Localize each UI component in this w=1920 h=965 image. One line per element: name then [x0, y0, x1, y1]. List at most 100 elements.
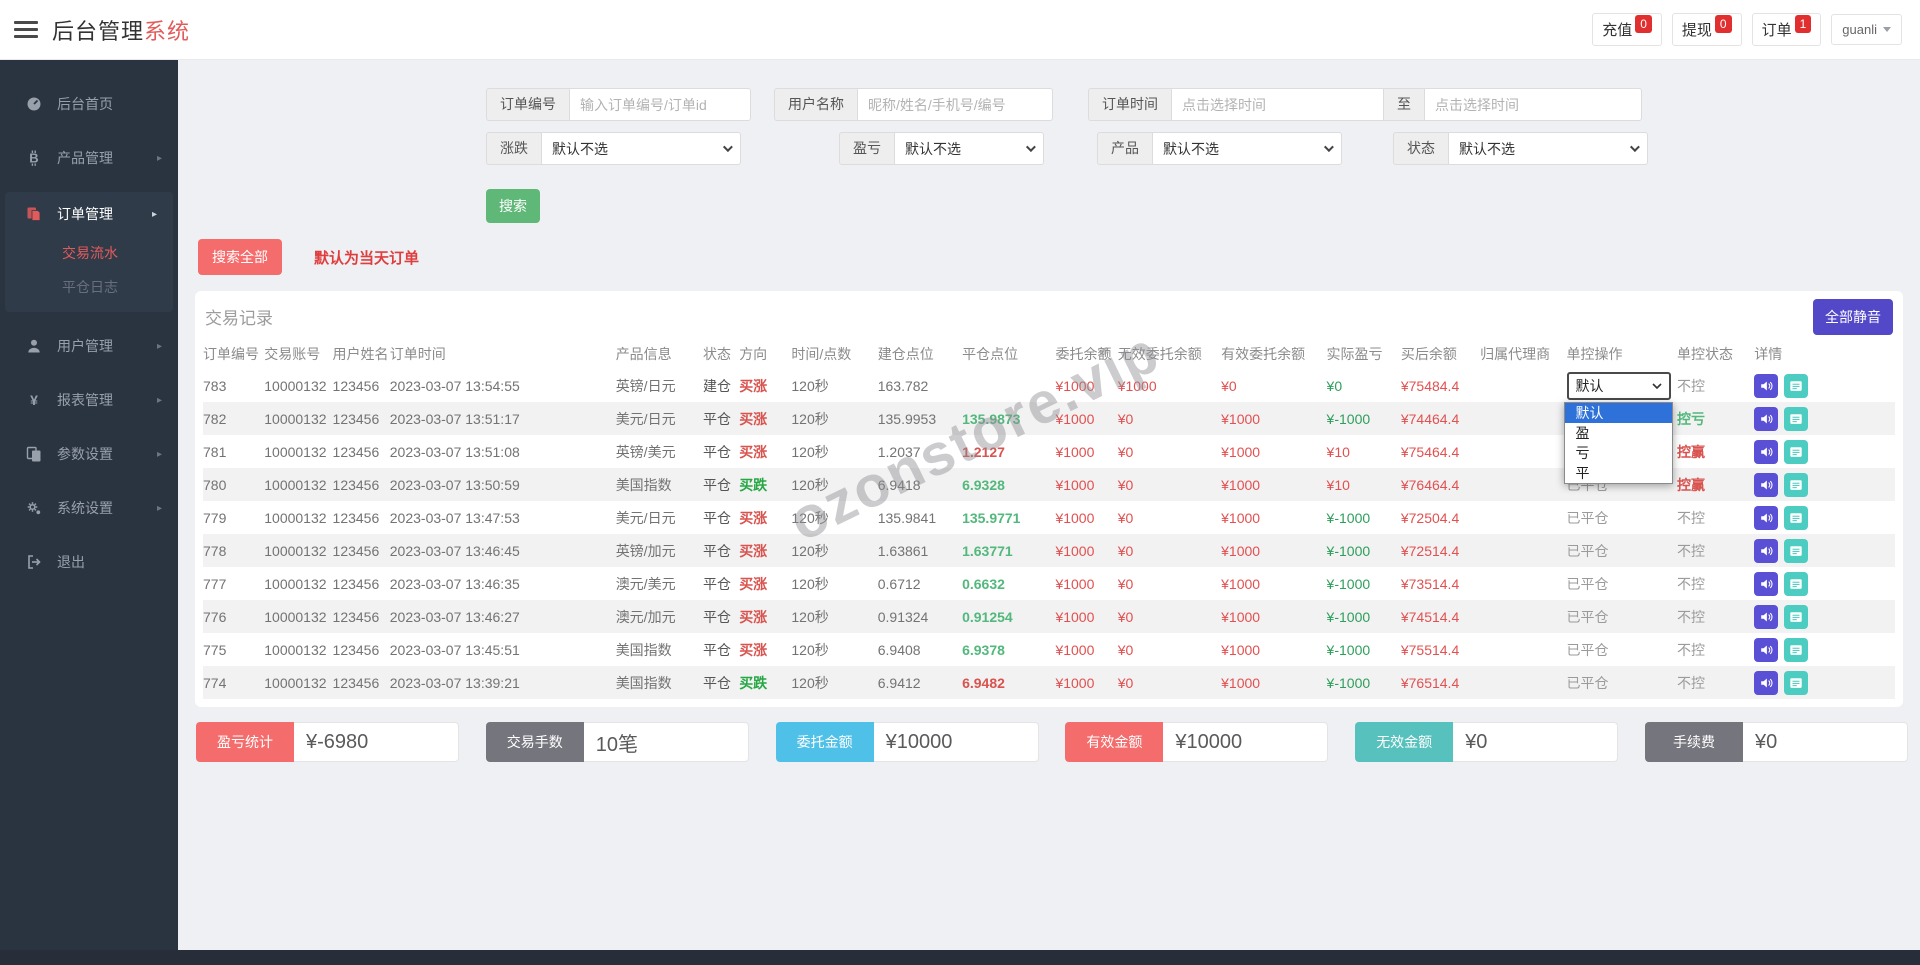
detail-button[interactable]: [1784, 472, 1809, 497]
sound-button[interactable]: [1754, 505, 1779, 530]
detail-button[interactable]: [1784, 637, 1809, 662]
sidebar-subitem-close-log[interactable]: 平仓日志: [5, 270, 173, 304]
summary-value: ¥10000: [873, 722, 1039, 762]
cell-balance: ¥74514.4: [1400, 600, 1481, 633]
filter-select-updown[interactable]: 默认不选: [541, 132, 741, 165]
user-menu[interactable]: guanli: [1831, 14, 1902, 45]
cell-dir: 买涨: [739, 600, 792, 633]
detail-button[interactable]: [1784, 373, 1809, 398]
cell-entrust: ¥1000: [1055, 468, 1118, 501]
cell-agent: [1480, 534, 1567, 567]
search-all-button[interactable]: 搜索全部: [198, 239, 282, 275]
cell-close: 135.9873: [962, 402, 1056, 435]
select-option[interactable]: 平: [1565, 463, 1672, 483]
detail-button[interactable]: [1784, 571, 1809, 596]
select-option[interactable]: 默认: [1564, 403, 1672, 423]
cell-op: 已平仓: [1566, 534, 1677, 567]
sound-button[interactable]: [1754, 538, 1779, 563]
sidebar-item-home[interactable]: 后台首页: [0, 82, 178, 126]
cell-dur: 120秒: [791, 575, 829, 592]
cell-entrust: ¥1000: [1055, 377, 1095, 394]
select-option[interactable]: 亏: [1565, 443, 1672, 463]
filter-select-status[interactable]: 默认不选: [1448, 132, 1648, 165]
speaker-icon: [1761, 644, 1773, 655]
filter-group-pnl: 盈亏 默认不选: [839, 132, 1044, 165]
summary-pnl-total: 盈亏统计 ¥-6980: [196, 722, 459, 762]
filter-group-product: 产品 默认不选: [1097, 132, 1342, 165]
select-option[interactable]: 盈: [1565, 423, 1672, 443]
cell-pnl: ¥10: [1326, 443, 1350, 460]
sound-button[interactable]: [1754, 373, 1779, 398]
chevron-down-icon: [1651, 382, 1662, 389]
sidebar-item-user[interactable]: 用户管理 ▸: [0, 324, 178, 368]
sound-button[interactable]: [1754, 637, 1779, 662]
hamburger-menu-icon[interactable]: [14, 17, 38, 42]
cell-dur: 120秒: [791, 534, 878, 567]
cell-invalid: ¥0: [1117, 666, 1222, 699]
cell-open: 135.9953: [877, 402, 963, 435]
sidebar-item-order[interactable]: 订单管理 ▸: [5, 192, 173, 236]
detail-list-icon: [1790, 644, 1802, 655]
chevron-right-icon: ▸: [156, 394, 162, 406]
sidebar-item-logout[interactable]: 退出: [0, 540, 178, 584]
cell-op: 已平仓: [1567, 633, 1677, 666]
sound-button[interactable]: [1754, 604, 1779, 629]
summary-value: ¥10000: [1163, 722, 1329, 762]
filter-select-row: 涨跌 默认不选 盈亏 默认不选 产品 默认不选 状态 默认不选: [486, 132, 1920, 165]
cell-valid: ¥1000: [1221, 402, 1327, 435]
sound-button[interactable]: [1754, 406, 1779, 431]
chevron-right-icon: ▸: [156, 152, 162, 164]
cell-product: 美元/日元: [615, 402, 704, 435]
cell-detail: [1754, 567, 1895, 600]
header-stat-recharge[interactable]: 充值 0: [1592, 13, 1662, 46]
speaker-icon: [1761, 479, 1773, 490]
cell-detail: [1754, 600, 1895, 633]
cell-agent: [1480, 633, 1566, 666]
summary-row: 盈亏统计 ¥-6980 交易手数 10笔 委托金额 ¥10000 有效金额 ¥10000 无效金…: [196, 722, 1908, 762]
sound-button[interactable]: [1754, 439, 1779, 464]
col-header-agent: 归属代理商: [1480, 346, 1551, 362]
cell-time: 2023-03-07 13:54:55: [389, 377, 520, 394]
filter-select-pnl[interactable]: 默认不选: [894, 132, 1044, 165]
mute-all-button[interactable]: 全部静音: [1813, 299, 1893, 335]
header-stat-withdraw[interactable]: 提现 0: [1671, 13, 1742, 46]
detail-list-icon: [1790, 611, 1802, 622]
cell-pnl: ¥-1000: [1326, 575, 1371, 592]
col-header-time: 订单时间: [389, 346, 446, 362]
single-control-select[interactable]: 默认: [1566, 371, 1671, 400]
cell-account: 10000132: [264, 534, 333, 567]
filter-select-product[interactable]: 默认不选: [1152, 132, 1342, 165]
sidebar-item-report[interactable]: ¥ 报表管理 ▸: [0, 378, 178, 422]
sidebar-item-system[interactable]: 系统设置 ▸: [0, 486, 178, 530]
speaker-icon: [1761, 677, 1773, 688]
order-time-to-input[interactable]: [1424, 88, 1642, 121]
cell-status: 平仓: [703, 468, 740, 501]
chevron-down-icon: [722, 142, 733, 153]
sound-button[interactable]: [1754, 472, 1779, 497]
detail-button[interactable]: [1784, 538, 1809, 563]
detail-button[interactable]: [1784, 670, 1809, 695]
dashboard-icon: [27, 97, 41, 111]
logout-icon: [28, 555, 41, 569]
sound-button[interactable]: [1754, 670, 1779, 695]
cell-close: 0.6632: [962, 575, 1005, 592]
user-name-input[interactable]: [857, 88, 1053, 121]
search-button[interactable]: 搜索: [486, 189, 540, 223]
sidebar-item-params[interactable]: 参数设置 ▸: [0, 432, 178, 476]
detail-button[interactable]: [1784, 604, 1809, 629]
filter-label: 产品: [1097, 132, 1152, 165]
detail-button[interactable]: [1784, 439, 1809, 464]
cell-time: 2023-03-07 13:46:27: [389, 600, 616, 633]
order-time-from-input[interactable]: [1171, 88, 1384, 121]
order-no-input[interactable]: [569, 88, 751, 121]
cell-id: 777: [203, 575, 227, 592]
detail-button[interactable]: [1784, 505, 1809, 530]
sidebar-item-product[interactable]: B 产品管理 ▸: [0, 136, 178, 180]
detail-list-icon: [1790, 512, 1802, 523]
sound-button[interactable]: [1754, 571, 1779, 596]
col-header-status: 状态: [703, 346, 732, 362]
detail-button[interactable]: [1784, 406, 1809, 431]
cell-status: 平仓: [703, 575, 732, 592]
header-stat-order[interactable]: 订单 1: [1751, 13, 1822, 46]
sidebar-subitem-trade-flow[interactable]: 交易流水: [5, 236, 173, 270]
